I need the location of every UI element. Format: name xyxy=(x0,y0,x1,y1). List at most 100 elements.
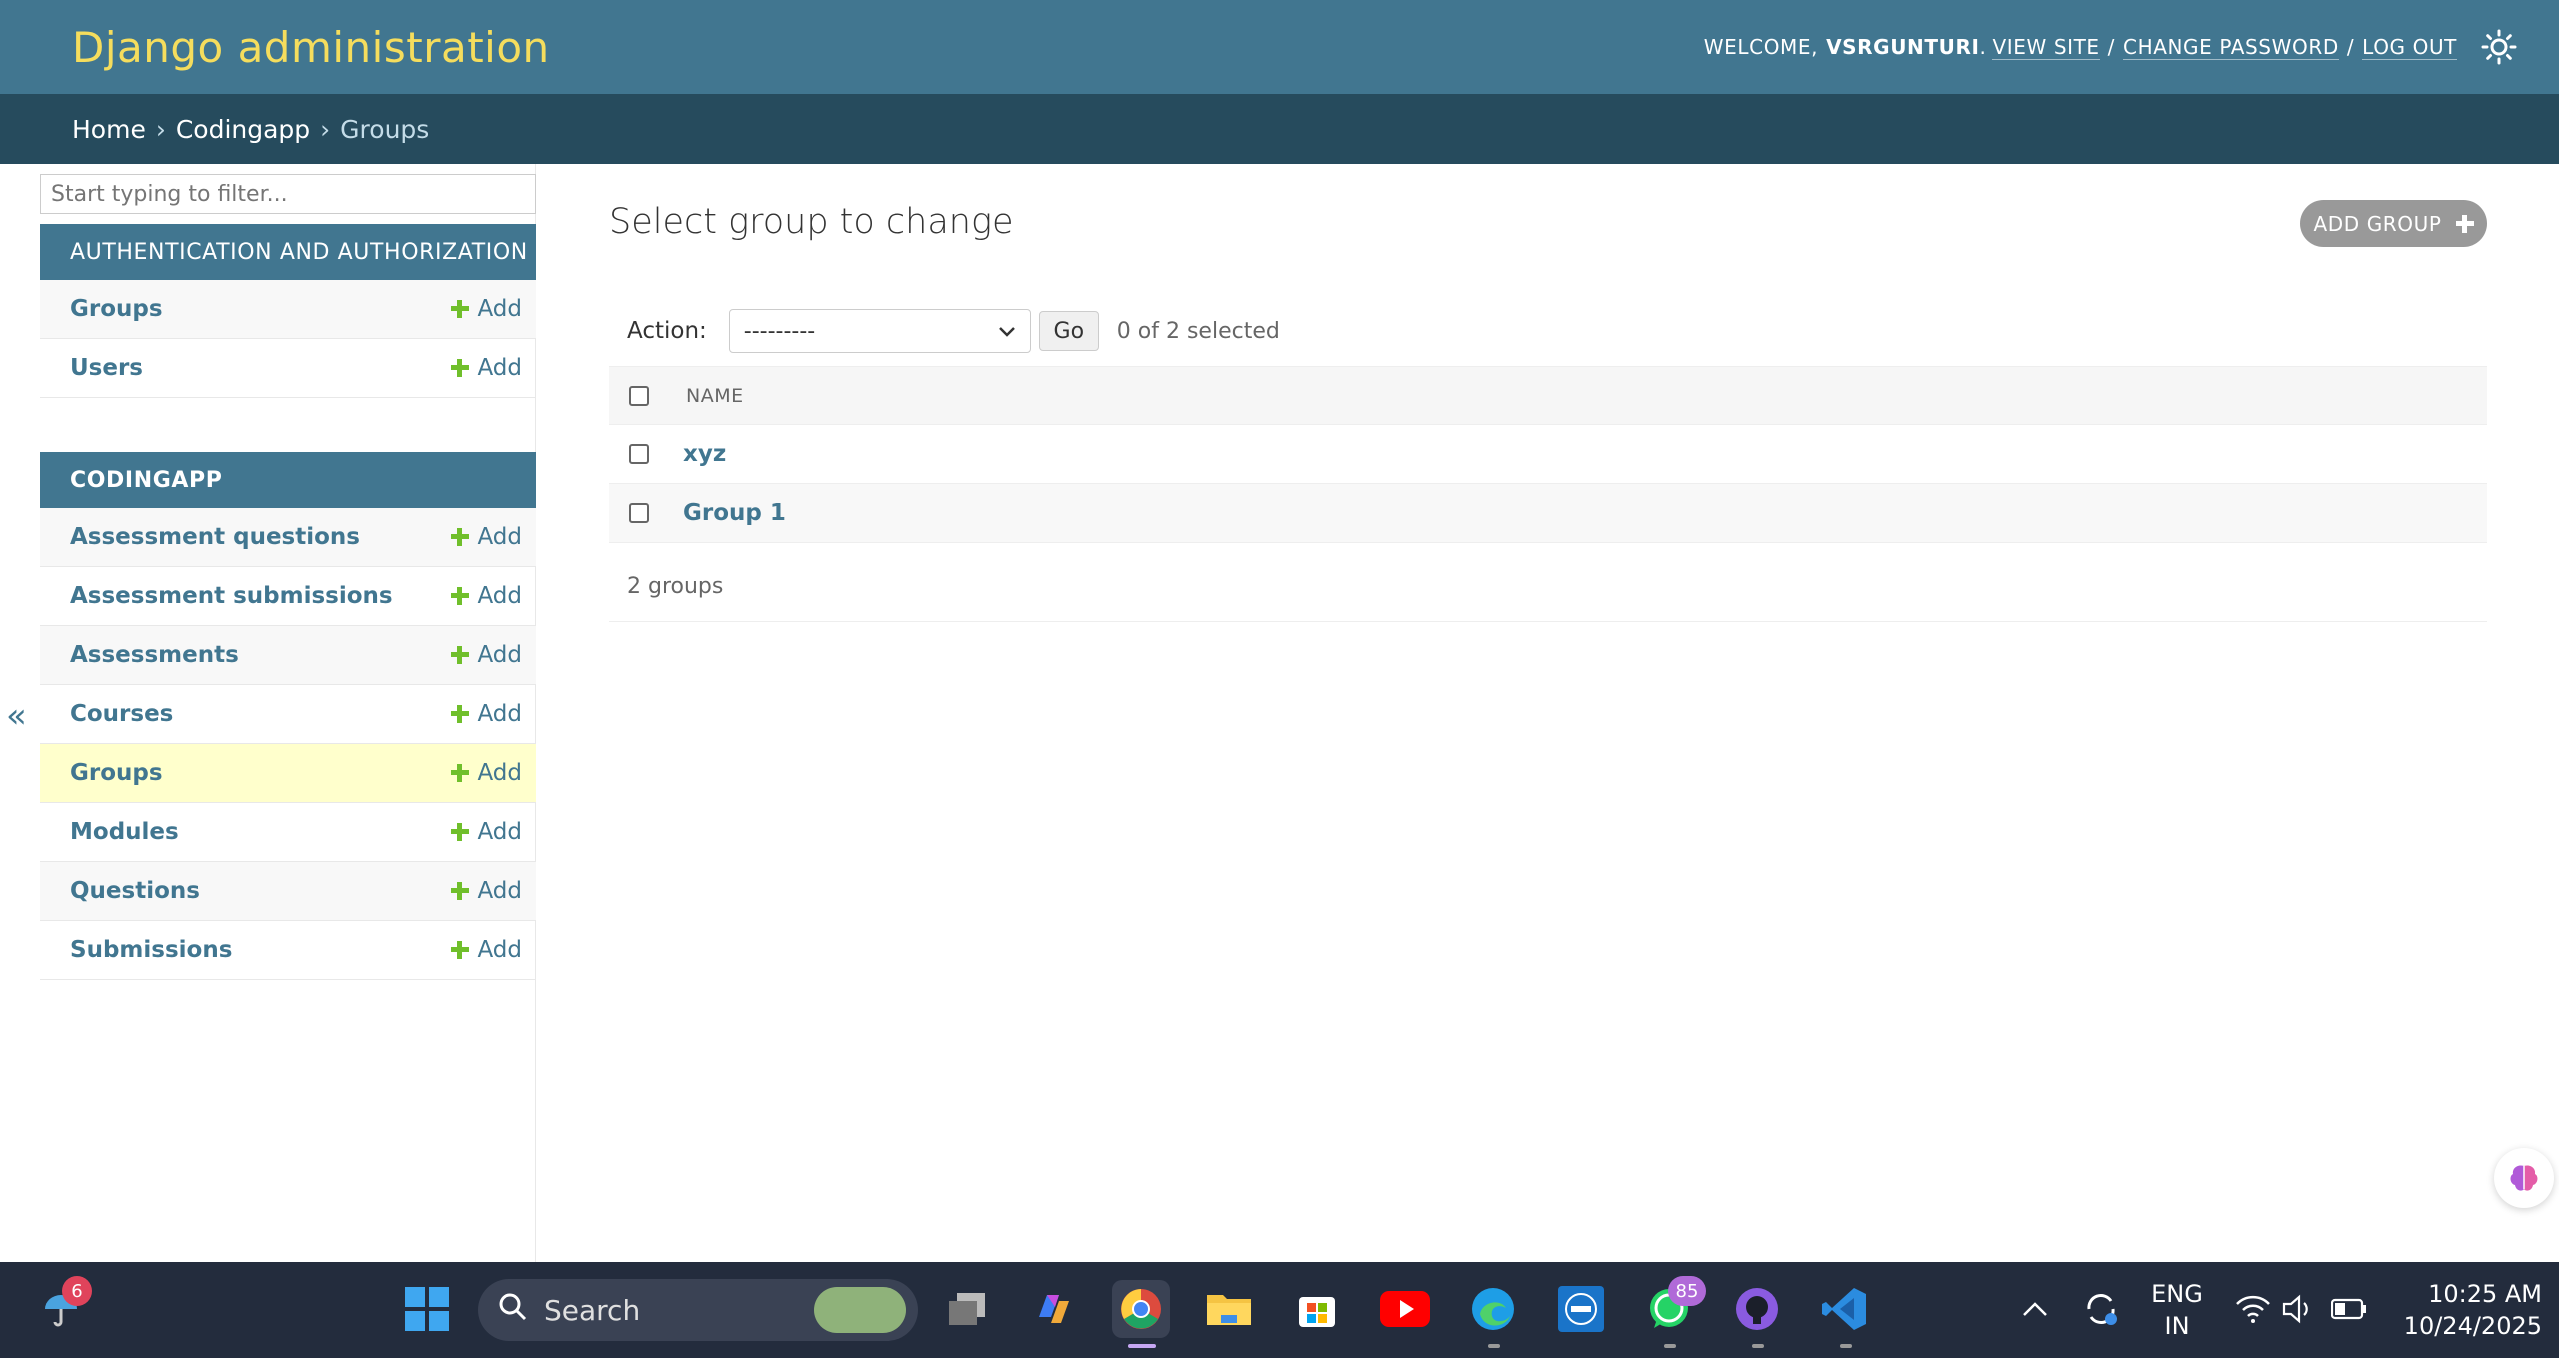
sidebar-item-label[interactable]: Questions xyxy=(70,878,200,904)
edge-icon[interactable] xyxy=(1464,1280,1522,1338)
sidebar-item-questions: Questions Add xyxy=(40,862,536,921)
module-models: Groups Add Users Add xyxy=(40,280,536,398)
chevron-down-icon xyxy=(998,319,1016,344)
plus-icon xyxy=(451,705,470,723)
breadcrumb-current: Groups xyxy=(340,114,430,144)
whatsapp-badge: 85 xyxy=(1668,1276,1706,1306)
chrome-icon[interactable] xyxy=(1112,1280,1170,1338)
add-group-button[interactable]: ADD GROUP xyxy=(2300,200,2487,247)
breadcrumb: Home › Codingapp › Groups xyxy=(0,94,2559,164)
sun-icon[interactable] xyxy=(2479,27,2519,67)
battery-icon[interactable] xyxy=(2320,1280,2378,1338)
log-out-link[interactable]: LOG OUT xyxy=(2362,35,2457,60)
add-modules-link[interactable]: Add xyxy=(451,819,522,845)
plus-icon xyxy=(451,823,470,841)
sync-icon[interactable] xyxy=(2072,1280,2130,1338)
windows-start-icon[interactable] xyxy=(398,1280,456,1338)
language-indicator[interactable]: ENG IN xyxy=(2142,1278,2212,1342)
add-assessment-submissions-link[interactable]: Add xyxy=(451,583,522,609)
add-codingapp-groups-link[interactable]: Add xyxy=(451,760,522,786)
running-indicator xyxy=(1664,1344,1676,1348)
add-courses-link[interactable]: Add xyxy=(451,701,522,727)
file-explorer-icon[interactable] xyxy=(1200,1280,1258,1338)
group-link[interactable]: xyz xyxy=(683,441,726,467)
copilot-icon[interactable] xyxy=(1024,1280,1082,1338)
sidebar-item-label[interactable]: Submissions xyxy=(70,937,232,963)
running-indicator xyxy=(1488,1344,1500,1348)
weather-badge: 6 xyxy=(62,1276,92,1306)
row-checkbox[interactable] xyxy=(629,503,649,523)
column-header-name[interactable]: NAME xyxy=(686,385,744,407)
separator: / xyxy=(2346,35,2355,59)
add-questions-link[interactable]: Add xyxy=(451,878,522,904)
site-title[interactable]: Django administration xyxy=(72,23,550,72)
search-placeholder: Search xyxy=(544,1293,641,1327)
sidebar-item-label[interactable]: Groups xyxy=(70,296,163,322)
youtube-icon[interactable] xyxy=(1376,1280,1434,1338)
task-view-icon[interactable] xyxy=(938,1280,996,1338)
action-label: Action: xyxy=(627,318,707,344)
search-icon xyxy=(498,1292,528,1329)
view-site-link[interactable]: VIEW SITE xyxy=(1992,35,2100,60)
add-submissions-link[interactable]: Add xyxy=(451,937,522,963)
vscode-icon[interactable] xyxy=(1816,1280,1874,1338)
add-groups-link[interactable]: Add xyxy=(451,296,522,322)
sidebar-item-label[interactable]: Groups xyxy=(70,760,163,786)
add-group-label: ADD GROUP xyxy=(2313,211,2442,236)
user-tools: WELCOME, VSRGUNTURI. VIEW SITE / CHANGE … xyxy=(1704,27,2519,67)
sidebar-item-assessments: Assessments Add xyxy=(40,626,536,685)
sidebar-item-label[interactable]: Modules xyxy=(70,819,179,845)
module-caption-codingapp[interactable]: CODINGAPP xyxy=(40,452,536,508)
separator: / xyxy=(2107,35,2116,59)
sidebar-item-label[interactable]: Courses xyxy=(70,701,173,727)
breadcrumb-app[interactable]: Codingapp xyxy=(176,115,310,144)
add-users-link[interactable]: Add xyxy=(451,355,522,381)
table-row: xyz xyxy=(609,425,2487,484)
sidebar-item-assessment-questions: Assessment questions Add xyxy=(40,508,536,567)
taskbar-search[interactable]: Search xyxy=(478,1279,918,1341)
running-indicator xyxy=(1752,1344,1764,1348)
breadcrumb-home[interactable]: Home xyxy=(72,115,146,144)
clock-time: 10:25 AM xyxy=(2428,1280,2542,1308)
sidebar-item-label[interactable]: Users xyxy=(70,355,143,381)
results-table: NAME xyz Group 1 xyxy=(609,366,2487,543)
clock[interactable]: 10:25 AM 10/24/2025 xyxy=(2386,1278,2542,1342)
page-title: Select group to change xyxy=(609,202,1014,242)
search-highlight-icon xyxy=(814,1287,906,1333)
sidebar-item-groups-current: Groups Add xyxy=(40,744,536,803)
brain-icon[interactable] xyxy=(2494,1148,2554,1208)
sidebar-item-label[interactable]: Assessment submissions xyxy=(70,583,393,609)
module-caption-auth[interactable]: AUTHENTICATION AND AUTHORIZATION xyxy=(40,224,536,280)
sidebar-item-groups: Groups Add xyxy=(40,280,536,339)
plus-icon xyxy=(451,941,470,959)
change-password-link[interactable]: CHANGE PASSWORD xyxy=(2123,35,2339,60)
action-selected-value: --------- xyxy=(743,318,816,344)
selection-counter: 0 of 2 selected xyxy=(1116,318,1280,344)
chevron-up-icon[interactable] xyxy=(2006,1280,2064,1338)
plus-icon xyxy=(451,359,470,377)
active-indicator xyxy=(1128,1344,1156,1348)
select-all-checkbox[interactable] xyxy=(629,385,649,406)
add-assessment-questions-link[interactable]: Add xyxy=(451,524,522,550)
dell-icon[interactable] xyxy=(1552,1280,1610,1338)
go-button[interactable]: Go xyxy=(1038,311,1099,351)
group-link[interactable]: Group 1 xyxy=(683,500,786,526)
region-code: IN xyxy=(2164,1312,2190,1340)
collapse-sidebar-button[interactable]: « xyxy=(6,696,34,736)
add-assessments-link[interactable]: Add xyxy=(451,642,522,668)
sidebar-item-label[interactable]: Assessment questions xyxy=(70,524,360,550)
breadcrumb-separator: › xyxy=(320,114,331,144)
microsoft-store-icon[interactable] xyxy=(1288,1280,1346,1338)
admin-header: Django administration WELCOME, VSRGUNTUR… xyxy=(0,0,2559,94)
sidebar-item-label[interactable]: Assessments xyxy=(70,642,239,668)
table-header: NAME xyxy=(609,366,2487,425)
action-select[interactable]: --------- xyxy=(728,309,1031,353)
plus-icon xyxy=(451,764,470,782)
github-icon[interactable] xyxy=(1728,1280,1786,1338)
welcome-text: WELCOME, xyxy=(1703,35,1819,59)
plus-icon xyxy=(2455,214,2474,233)
language-code: ENG xyxy=(2151,1280,2203,1308)
row-checkbox[interactable] xyxy=(629,444,649,464)
plus-icon xyxy=(451,882,470,900)
sidebar-filter-input[interactable] xyxy=(40,174,536,214)
